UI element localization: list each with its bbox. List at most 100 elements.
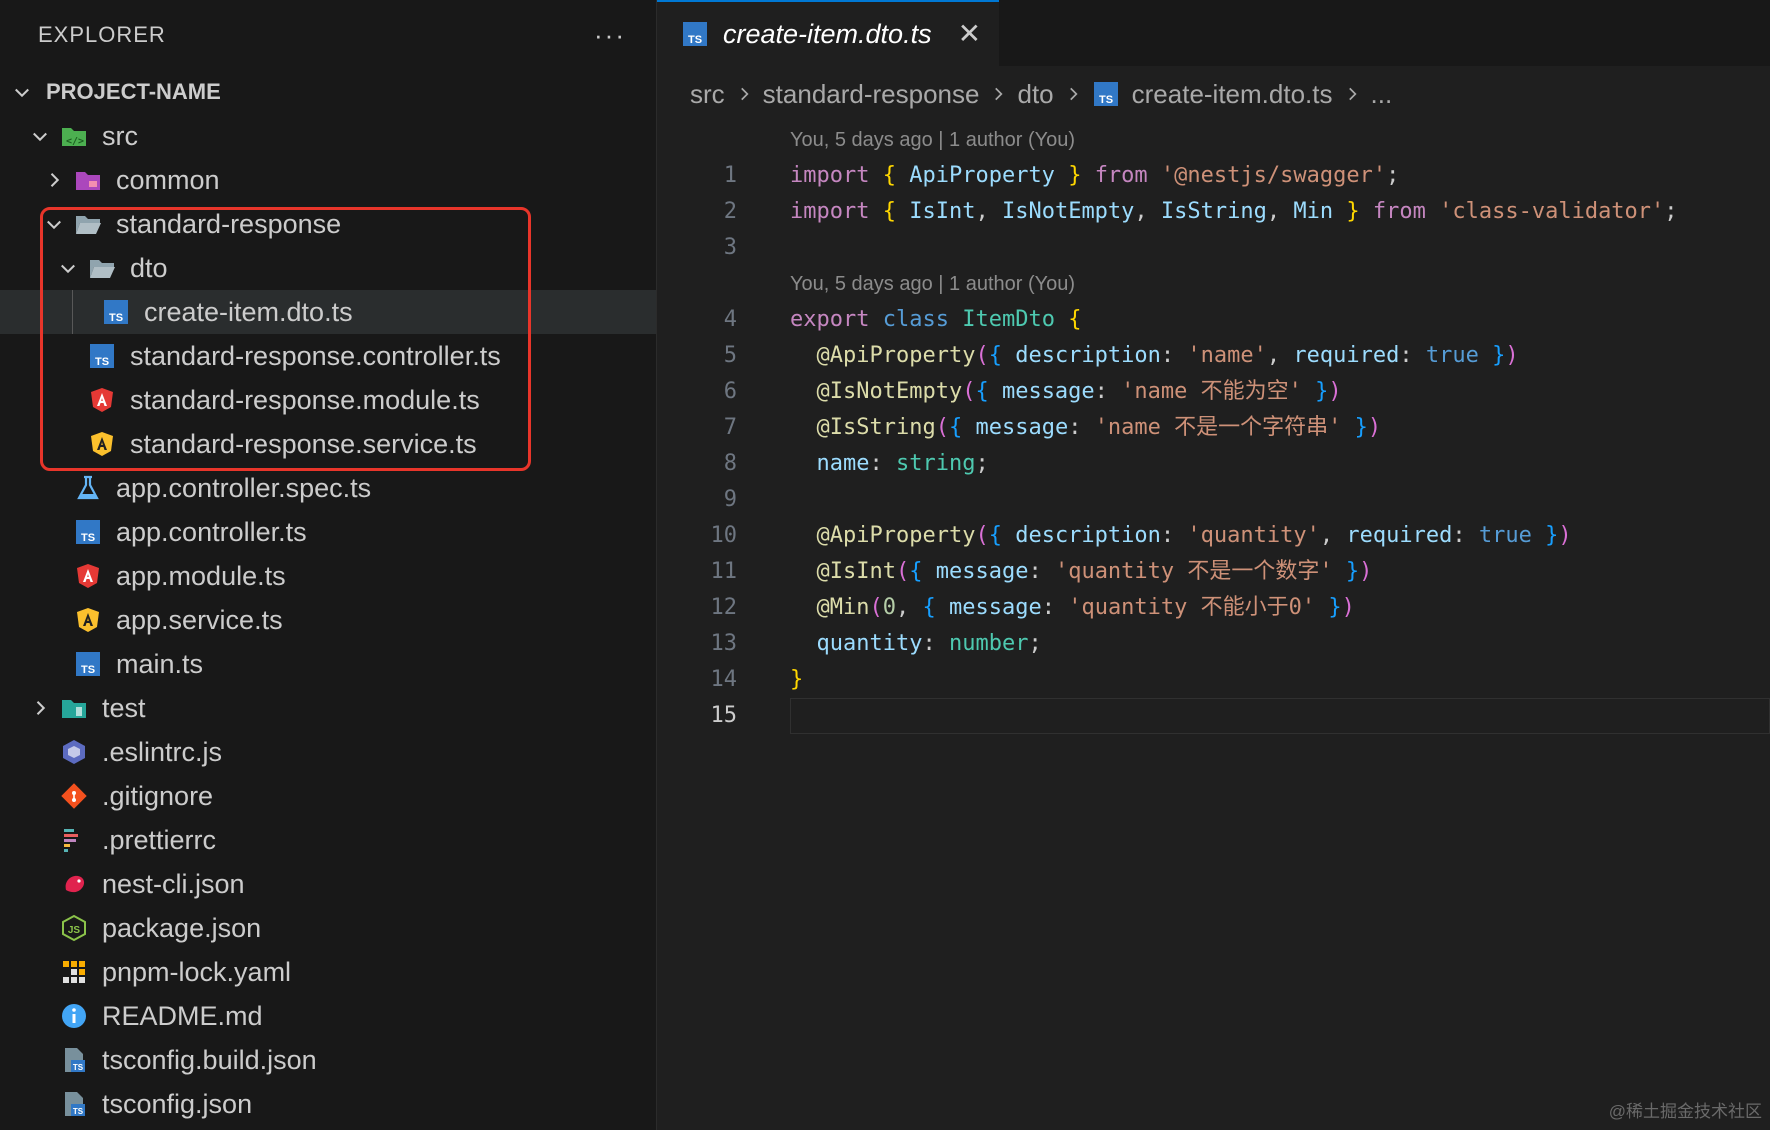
typescript-icon: TS	[681, 20, 709, 48]
tree-file-gitignore[interactable]: .gitignore	[0, 774, 656, 818]
tree-folder-standard-response[interactable]: standard-response	[0, 202, 656, 246]
code-line[interactable]: 1 import { ApiProperty } from '@nestjs/sw…	[657, 158, 1770, 194]
code-token: message	[1001, 379, 1095, 404]
code-token: ,	[1266, 343, 1294, 368]
tree-file-tsconfig-build-json[interactable]: TS tsconfig.build.json	[0, 1038, 656, 1082]
code-text: @Min(0, { message: 'quantity 不能小于0' })	[737, 590, 1355, 626]
tree-item-label: .gitignore	[102, 780, 214, 811]
code-line[interactable]: 3	[657, 230, 1770, 266]
tree-file-standard-response-service-ts[interactable]: standard-response.service.ts	[0, 422, 656, 466]
folder-src-icon: </>	[60, 122, 88, 150]
tree-file-tsconfig-json[interactable]: TS tsconfig.json	[0, 1082, 656, 1126]
tree-folder-src[interactable]: </> src	[0, 114, 656, 158]
code-token: @ApiProperty	[816, 523, 976, 548]
tree-file-nest-cli-json[interactable]: nest-cli.json	[0, 862, 656, 906]
code-token: number	[948, 631, 1029, 656]
tree-file-pnpm-lock-yaml[interactable]: pnpm-lock.yaml	[0, 950, 656, 994]
chevron-down-icon	[54, 258, 82, 278]
code-line[interactable]: 11 @IsInt({ message: 'quantity 不是一个数字' }…	[657, 554, 1770, 590]
code-line[interactable]: 5 @ApiProperty({ description: 'name', re…	[657, 338, 1770, 374]
code-token: 'quantity 不是一个数字'	[1054, 559, 1333, 584]
tree-file-main-ts[interactable]: TS main.ts	[0, 642, 656, 686]
project-root[interactable]: PROJECT-NAME	[0, 70, 656, 114]
tree-folder-dto[interactable]: dto	[0, 246, 656, 290]
tab-create-item-dto[interactable]: TS create-item.dto.ts ✕	[657, 0, 1000, 66]
code-token: {	[948, 415, 963, 440]
code-token: 'name 不是一个字符串'	[1094, 415, 1342, 440]
tree-file-readme-md[interactable]: README.md	[0, 994, 656, 1038]
code-token: 'quantity'	[1187, 523, 1320, 548]
tree-file-standard-response-controller-ts[interactable]: TS standard-response.controller.ts	[0, 334, 656, 378]
tree-file-app-service-ts[interactable]: app.service.ts	[0, 598, 656, 642]
tree-file-app-controller-spec-ts[interactable]: app.controller.spec.ts	[0, 466, 656, 510]
code-line[interactable]: 13 quantity: number;	[657, 626, 1770, 662]
breadcrumb-standard-response[interactable]: standard-response	[763, 79, 980, 110]
code-line[interactable]: 10 @ApiProperty({ description: 'quantity…	[657, 518, 1770, 554]
tree-item-label: tsconfig.json	[102, 1088, 253, 1119]
code-editor[interactable]: You, 5 days ago | 1 author (You) 1 import …	[657, 122, 1770, 734]
code-token: ;	[1028, 631, 1042, 656]
tree-file-standard-response-module-ts[interactable]: standard-response.module.ts	[0, 378, 656, 422]
git-blame-annotation[interactable]: You, 5 days ago | 1 author (You)	[657, 122, 1770, 158]
code-line[interactable]: 4 export class ItemDto {	[657, 302, 1770, 338]
tree-file-create-item-dto-ts[interactable]: TS create-item.dto.ts	[0, 290, 656, 334]
code-token: :	[1160, 523, 1188, 548]
line-number: 4	[723, 307, 737, 332]
code-line[interactable]: 12 @Min(0, { message: 'quantity 不能小于0' }…	[657, 590, 1770, 626]
code-line[interactable]: 8 name: string;	[657, 446, 1770, 482]
code-token: @IsString	[816, 415, 936, 440]
line-number: 9	[723, 487, 737, 512]
tree-folder-common[interactable]: common	[0, 158, 656, 202]
typescript-icon: TS	[74, 650, 102, 678]
tree-file-eslintrc-js[interactable]: .eslintrc.js	[0, 730, 656, 774]
code-line[interactable]: 15	[657, 698, 1770, 734]
code-line[interactable]: 2 import { IsInt, IsNotEmpty, IsString, M…	[657, 194, 1770, 230]
tree-file-prettierrc[interactable]: .prettierrc	[0, 818, 656, 862]
eslint-icon	[60, 738, 88, 766]
more-actions-icon[interactable]: ···	[594, 20, 626, 51]
breadcrumb: src standard-response dto TS create-item…	[657, 66, 1770, 122]
code-token: }	[1354, 415, 1368, 440]
code-line[interactable]: 9	[657, 482, 1770, 518]
chevron-right-icon	[1343, 85, 1361, 103]
breadcrumb-file[interactable]: create-item.dto.ts	[1132, 79, 1333, 110]
breadcrumb-src[interactable]: src	[690, 79, 725, 110]
git-blame-annotation[interactable]: You, 5 days ago | 1 author (You)	[657, 266, 1770, 302]
code-text: @IsInt({ message: 'quantity 不是一个数字' })	[737, 554, 1373, 590]
code-line[interactable]: 7 @IsString({ message: 'name 不是一个字符串' })	[657, 410, 1770, 446]
breadcrumb-dto[interactable]: dto	[1017, 79, 1053, 110]
code-token: quantity	[816, 631, 923, 656]
tree-file-app-controller-ts[interactable]: TS app.controller.ts	[0, 510, 656, 554]
code-line[interactable]: 14}	[657, 662, 1770, 698]
code-token: {	[882, 199, 896, 224]
svg-text:TS: TS	[73, 1107, 84, 1116]
close-icon[interactable]: ✕	[958, 20, 981, 48]
line-number: 15	[710, 703, 738, 728]
tree-folder-test[interactable]: test	[0, 686, 656, 730]
code-token: (	[935, 415, 949, 440]
typescript-icon: TS	[88, 342, 116, 370]
svg-text:JS: JS	[68, 925, 81, 936]
code-token: }	[1068, 163, 1082, 188]
code-line[interactable]: 6 @IsNotEmpty({ message: 'name 不能为空' })	[657, 374, 1770, 410]
code-token: ,	[895, 595, 923, 620]
code-text: import { IsInt, IsNotEmpty, IsString, Mi…	[737, 194, 1678, 230]
breadcrumb-symbols[interactable]: ...	[1371, 79, 1393, 110]
code-token: from	[1094, 163, 1148, 188]
line-number: 6	[723, 379, 737, 404]
tree-file-app-module-ts[interactable]: app.module.ts	[0, 554, 656, 598]
tree-file-package-json[interactable]: JS package.json	[0, 906, 656, 950]
file-tree: </> src common standard-response dto TS create…	[0, 114, 656, 1126]
